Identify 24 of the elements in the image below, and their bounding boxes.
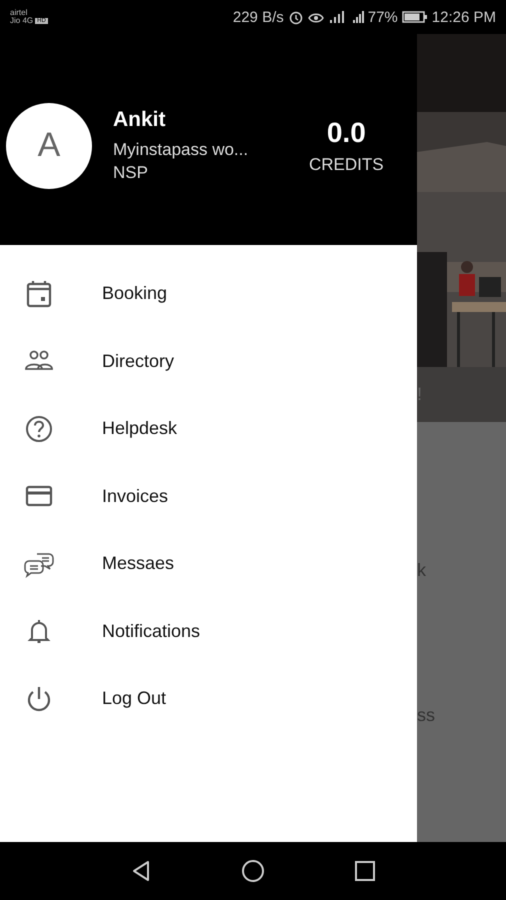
menu-item[interactable]: Notifications xyxy=(0,598,417,665)
company-name: Myinstapass wo... xyxy=(113,138,248,160)
recent-apps-icon[interactable] xyxy=(353,859,377,883)
text-fragment: ! xyxy=(417,384,422,405)
menu-item[interactable]: Messaes xyxy=(0,530,417,598)
home-icon[interactable] xyxy=(241,859,265,883)
menu-item[interactable]: Directory xyxy=(0,328,417,395)
carrier-name: Jio 4G xyxy=(10,17,34,25)
battery-percent: 77% xyxy=(368,8,398,26)
location-name: NSP xyxy=(113,162,148,184)
network-speed: 229 B/s xyxy=(232,8,284,26)
menu-item[interactable]: Invoices xyxy=(0,462,417,530)
clock: 12:26 PM xyxy=(432,8,496,26)
user-name: Ankit xyxy=(113,108,166,132)
carrier-name: airtel xyxy=(10,9,28,17)
battery-icon xyxy=(402,10,428,24)
menu-item[interactable]: Log Out xyxy=(0,665,417,732)
avatar: A xyxy=(6,102,92,188)
alarm-icon xyxy=(288,9,304,25)
credits-value: 0.0 xyxy=(326,116,366,148)
menu-item[interactable]: Helpdesk xyxy=(0,395,417,462)
menu-item[interactable]: Booking xyxy=(0,260,417,328)
credits-label: CREDITS xyxy=(309,154,384,174)
signal-icon xyxy=(328,9,344,25)
